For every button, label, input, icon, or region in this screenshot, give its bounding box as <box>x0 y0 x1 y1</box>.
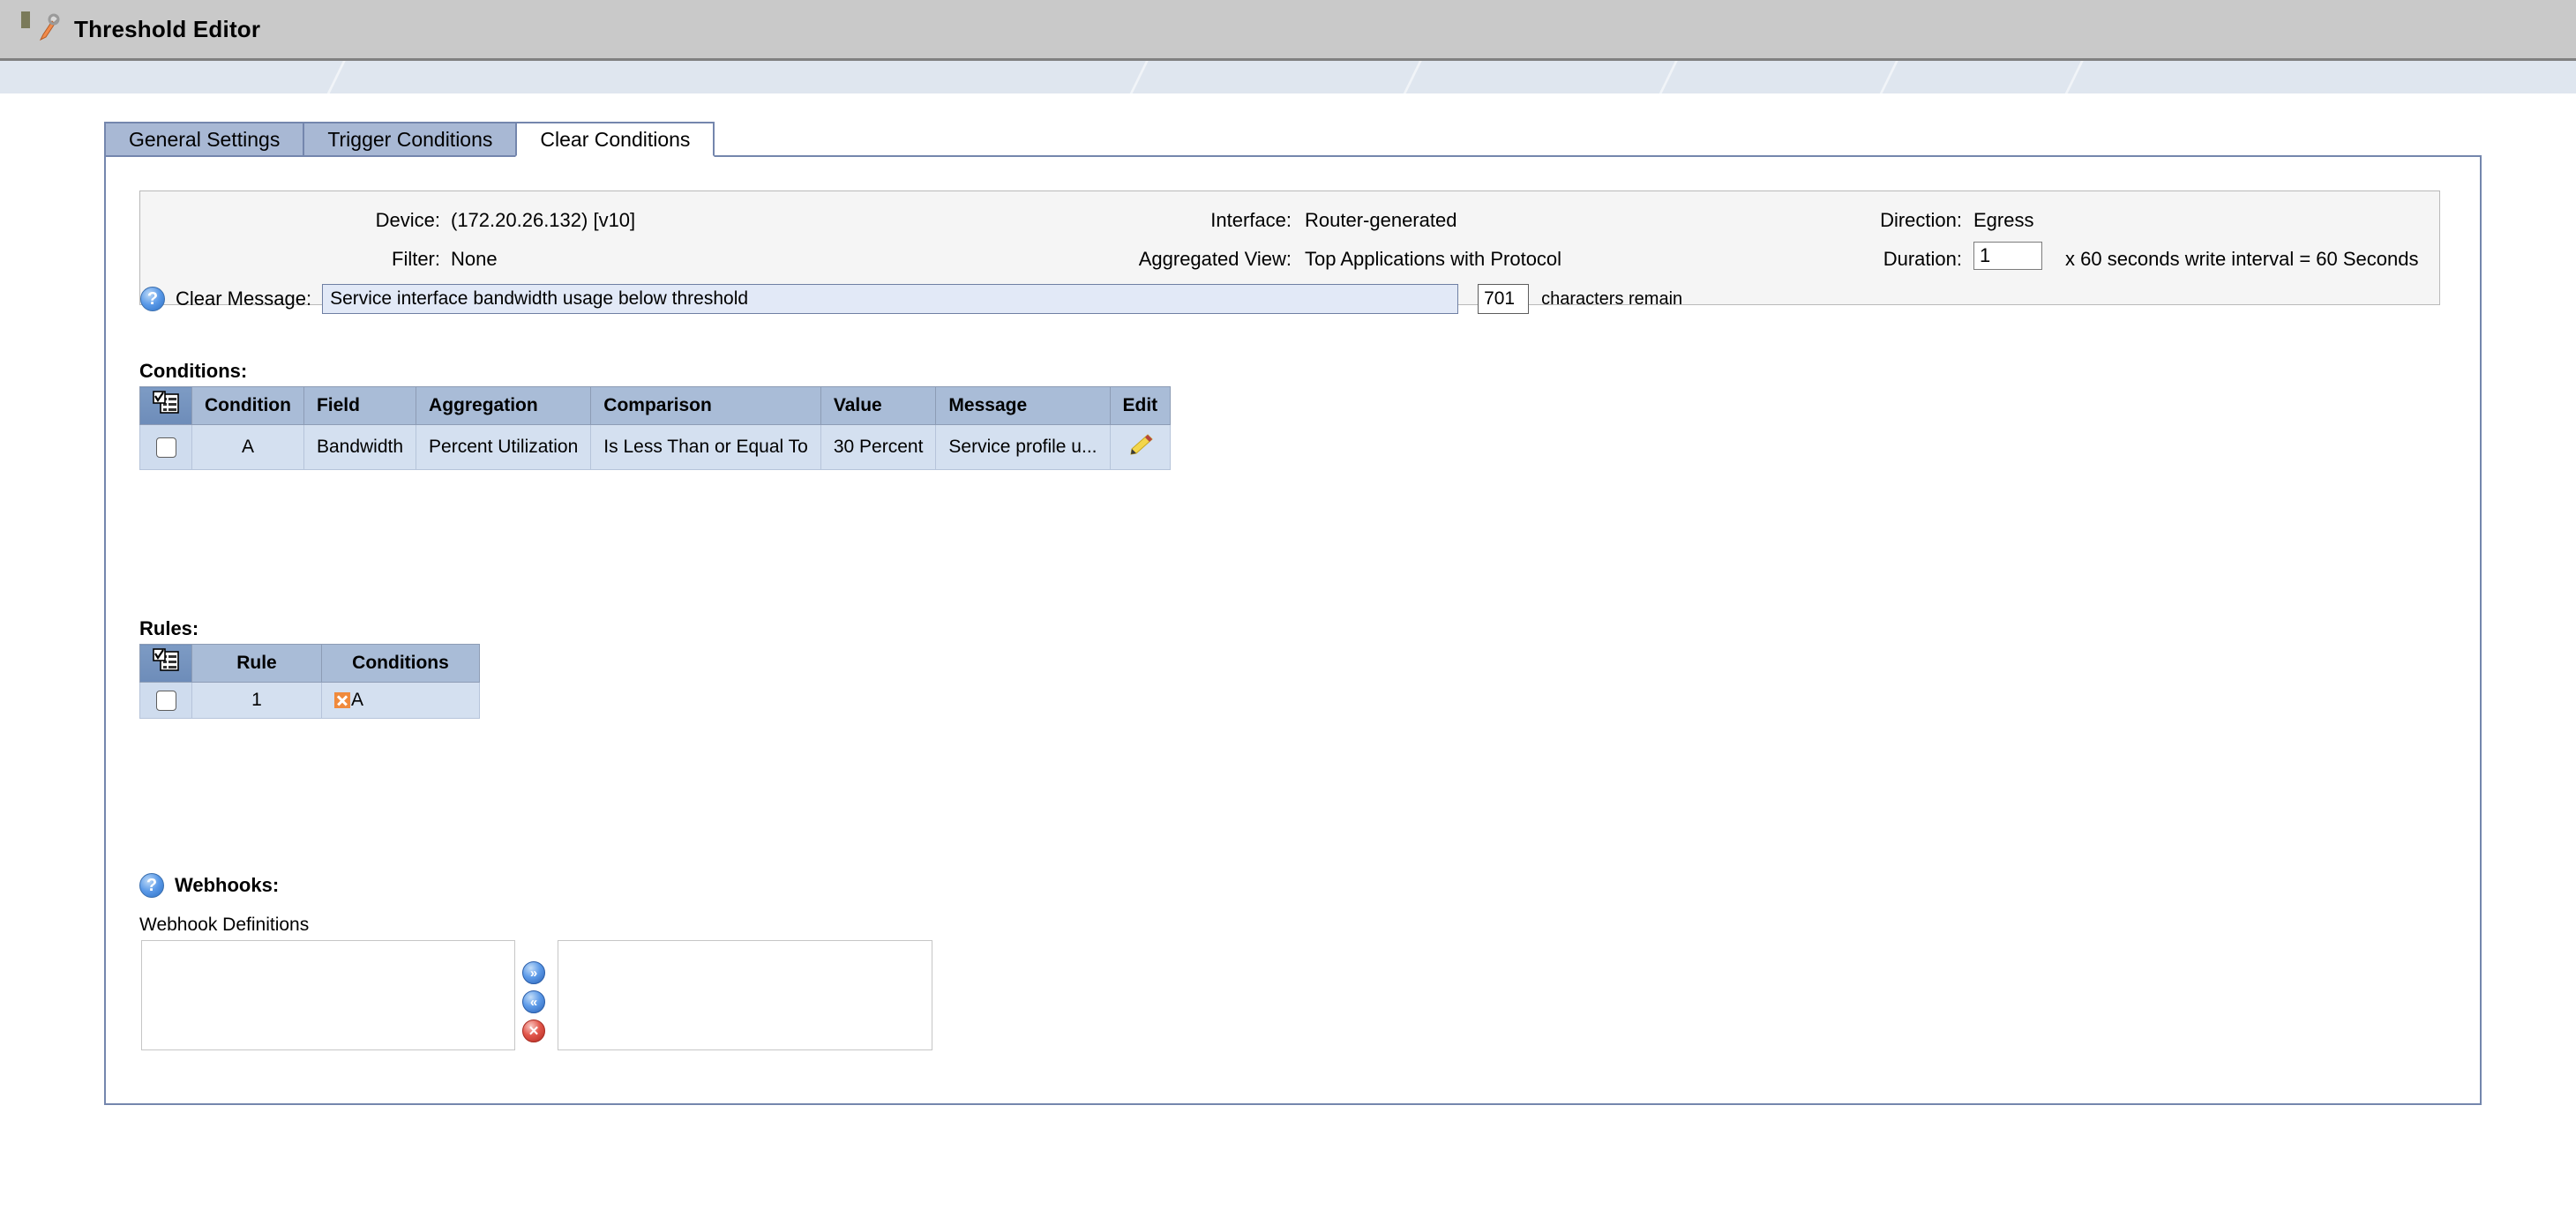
conditions-col-aggregation[interactable]: Aggregation <box>416 387 591 425</box>
clear-message-row: ? Clear Message: characters remain <box>140 284 1682 314</box>
conditions-row-value: 30 Percent <box>820 425 936 470</box>
conditions-row-comparison: Is Less Than or Equal To <box>591 425 821 470</box>
conditions-col-value[interactable]: Value <box>820 387 936 425</box>
webhook-available-list[interactable] <box>141 940 515 1050</box>
webhooks-header: ? Webhooks: <box>139 873 279 898</box>
select-all-icon <box>153 391 179 415</box>
interface-label: Interface: <box>1031 209 1292 232</box>
condition-remove-icon[interactable] <box>334 692 350 708</box>
rules-header-row: Rule Conditions <box>140 645 480 683</box>
conditions-col-comparison[interactable]: Comparison <box>591 387 821 425</box>
tab-bar: General Settings Trigger Conditions Clea… <box>104 122 715 155</box>
select-all-icon <box>153 648 179 673</box>
table-row[interactable]: A Bandwidth Percent Utilization Is Less … <box>140 425 1171 470</box>
threshold-editor-icon <box>19 10 60 49</box>
tab-clear-conditions-label: Clear Conditions <box>540 128 690 152</box>
aggregated-view-label: Aggregated View: <box>1031 248 1292 271</box>
conditions-row-condition: A <box>192 425 304 470</box>
rules-row-conditions-cell: A <box>322 683 480 719</box>
direction-label: Direction: <box>1808 209 1962 232</box>
duration-input[interactable] <box>1973 242 2042 270</box>
wrench-icon <box>35 13 60 45</box>
conditions-select-all-header[interactable] <box>140 387 192 425</box>
threshold-editor-window: Threshold Editor General Settings Trigge… <box>0 0 2576 1210</box>
rules-row-rule: 1 <box>192 683 322 719</box>
rules-row-conditions: A <box>351 690 363 711</box>
duration-suffix-text: x 60 seconds write interval = 60 Seconds <box>2065 248 2419 271</box>
move-right-button[interactable]: » <box>522 961 545 984</box>
help-icon[interactable]: ? <box>139 873 164 898</box>
table-row[interactable]: 1 A <box>140 683 480 719</box>
pencil-icon[interactable] <box>1125 432 1155 457</box>
webhooks-heading: Webhooks: <box>175 874 279 897</box>
conditions-header-row: Condition Field Aggregation Comparison V… <box>140 387 1171 425</box>
conditions-row-field: Bandwidth <box>303 425 416 470</box>
webhook-transfer-buttons: » « ✕ <box>522 961 545 1042</box>
webhook-selected-list[interactable] <box>558 940 932 1050</box>
header-banner <box>0 61 2576 93</box>
tab-general-settings[interactable]: General Settings <box>104 122 303 155</box>
conditions-row-edit-cell[interactable] <box>1110 425 1171 470</box>
rules-row-checkbox-cell[interactable] <box>140 683 192 719</box>
remove-button[interactable]: ✕ <box>522 1020 545 1042</box>
filter-value: None <box>451 248 498 271</box>
footer-button-bar: Save Save as New Cancel Delete Threshold… <box>0 1110 2576 1163</box>
conditions-col-field[interactable]: Field <box>303 387 416 425</box>
duration-label: Duration: <box>1808 248 1962 271</box>
row-checkbox[interactable] <box>156 437 176 458</box>
tab-trigger-conditions[interactable]: Trigger Conditions <box>303 122 515 155</box>
rules-heading: Rules: <box>139 617 198 640</box>
device-label: Device: <box>299 209 440 232</box>
filter-label: Filter: <box>299 248 440 271</box>
aggregated-view-value: Top Applications with Protocol <box>1305 248 1561 271</box>
characters-remain-input[interactable] <box>1478 284 1529 314</box>
tab-general-settings-label: General Settings <box>129 128 280 152</box>
rules-select-all-header[interactable] <box>140 645 192 683</box>
window-title: Threshold Editor <box>74 16 260 43</box>
conditions-table: Condition Field Aggregation Comparison V… <box>139 386 1171 470</box>
conditions-col-condition[interactable]: Condition <box>192 387 304 425</box>
tab-trigger-conditions-label: Trigger Conditions <box>327 128 492 152</box>
row-checkbox[interactable] <box>156 691 176 711</box>
titlebar-content: Threshold Editor <box>19 10 260 49</box>
device-value: (172.20.26.132) [v10] <box>451 209 635 232</box>
conditions-col-edit[interactable]: Edit <box>1110 387 1171 425</box>
window-titlebar: Threshold Editor <box>0 0 2576 61</box>
rules-col-conditions[interactable]: Conditions <box>322 645 480 683</box>
clear-message-input[interactable] <box>322 284 1458 314</box>
threshold-info-box: Device: (172.20.26.132) [v10] Filter: No… <box>139 190 2440 305</box>
webhook-definitions-label: Webhook Definitions <box>139 915 309 936</box>
help-icon[interactable]: ? <box>140 287 165 311</box>
icon-bar-yellow <box>28 11 30 28</box>
rules-col-rule[interactable]: Rule <box>192 645 322 683</box>
move-left-button[interactable]: « <box>522 990 545 1013</box>
rules-row-conditions-inner: A <box>334 690 467 711</box>
conditions-col-message[interactable]: Message <box>936 387 1110 425</box>
characters-remain-label: characters remain <box>1541 289 1682 310</box>
clear-message-label: Clear Message: <box>176 288 311 310</box>
threshold-info-grid: Device: (172.20.26.132) [v10] Filter: No… <box>140 191 2439 304</box>
conditions-row-aggregation: Percent Utilization <box>416 425 591 470</box>
conditions-row-checkbox-cell[interactable] <box>140 425 192 470</box>
direction-value: Egress <box>1973 209 2033 232</box>
conditions-row-message: Service profile u... <box>936 425 1110 470</box>
conditions-heading: Conditions: <box>139 360 247 383</box>
rules-table: Rule Conditions 1 A <box>139 644 480 719</box>
tab-clear-conditions[interactable]: Clear Conditions <box>515 122 715 157</box>
interface-value: Router-generated <box>1305 209 1456 232</box>
